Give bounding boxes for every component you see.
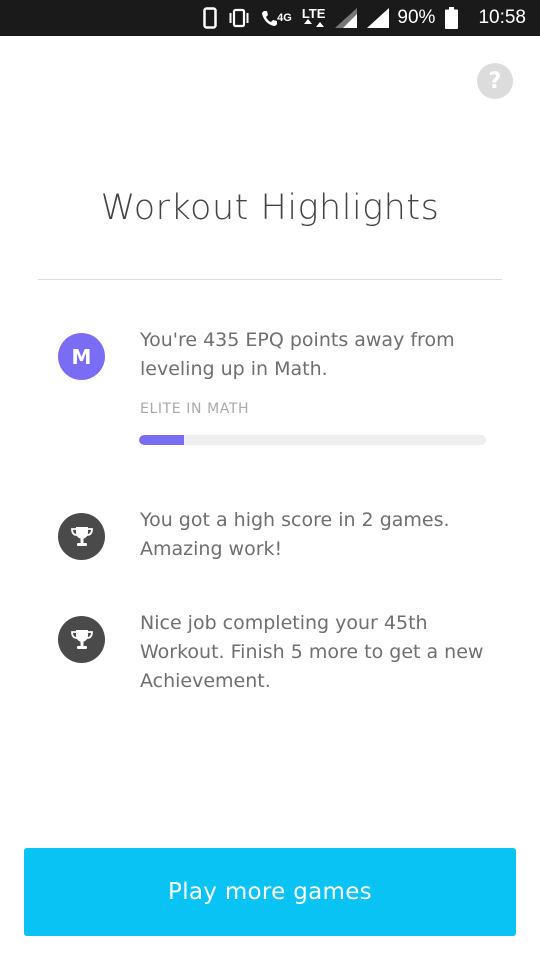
battery-icon: [445, 7, 459, 29]
status-bar: 4G LTE 90% 10:58: [0, 0, 540, 36]
play-more-games-label: Play more games: [168, 879, 372, 905]
help-label: ?: [488, 68, 502, 94]
play-more-games-button[interactable]: Play more games: [24, 848, 516, 936]
highlight-text: You're 435 EPQ points away from leveling…: [140, 329, 455, 380]
trophy-icon: [58, 616, 105, 663]
network-lte-label: LTE: [301, 6, 326, 21]
level-progress-fill: [139, 435, 185, 445]
help-button[interactable]: ?: [477, 63, 513, 99]
signal-icon: [335, 8, 358, 28]
vibrate-icon: [227, 8, 251, 28]
wifi-call-icon: 4G: [261, 9, 292, 27]
math-avatar-icon: M: [58, 333, 105, 380]
level-progress-bar: [139, 435, 486, 445]
page-title: Workout Highlights: [100, 188, 440, 228]
level-label: ELITE IN MATH: [140, 401, 250, 417]
signal-icon: [367, 8, 390, 28]
divider: [38, 279, 502, 280]
clock: 10:58: [478, 7, 526, 28]
math-avatar-letter: M: [71, 344, 92, 369]
highlight-text: Nice job completing your 45th Workout. F…: [140, 612, 484, 692]
trophy-icon: [58, 513, 105, 560]
battery-percent: 90%: [397, 7, 436, 28]
highlight-text: You got a high score in 2 games. Amazing…: [140, 509, 450, 560]
network-4g-label: 4G: [277, 12, 292, 24]
lte-icon: LTE: [301, 6, 326, 27]
phone-icon: [203, 7, 217, 29]
